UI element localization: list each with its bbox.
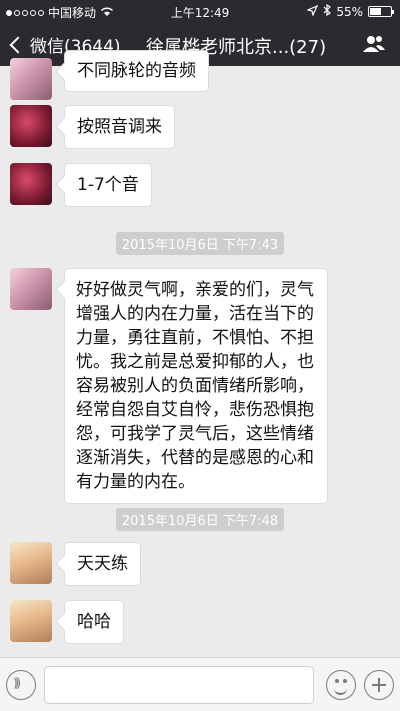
battery-percent: 55% <box>336 4 363 19</box>
battery-icon <box>368 6 394 17</box>
message-bubble: 哈哈 <box>64 600 124 644</box>
location-icon <box>306 4 319 19</box>
message-bubble: 按照音调来 <box>64 105 175 149</box>
message-line: 有力量的内在。 <box>76 472 195 492</box>
message-line: 容易被别人的负面情绪所影响， <box>76 376 314 396</box>
message-line: 力量，勇往直前，不惧怕、不担 <box>76 328 314 348</box>
bluetooth-icon <box>323 3 332 19</box>
message-line: 增强人的内在力量，活在当下的 <box>76 304 314 324</box>
status-bar: 中国移动 上午12:49 55% <box>0 0 400 22</box>
message-bubble: 1-7个音 <box>64 163 152 207</box>
sender-avatar[interactable] <box>10 542 52 584</box>
timestamp: 2015年10月6日 下午7:48 <box>0 508 400 531</box>
message-bubble: 天天练 <box>64 542 141 586</box>
message-bubble: 好好做灵气啊，亲爱的们，灵气 增强人的内在力量，活在当下的 力量，勇往直前，不惧… <box>64 268 328 504</box>
sender-avatar[interactable] <box>10 105 52 147</box>
message-line: 忧。我之前是总爱抑郁的人，也 <box>76 352 314 372</box>
message-line: 怨，可我学了灵气后，这些情绪 <box>76 424 314 444</box>
emoji-icon[interactable] <box>326 670 356 700</box>
plus-icon[interactable] <box>364 670 394 700</box>
sender-avatar[interactable] <box>10 600 52 642</box>
message-line: 逐渐消失，代替的是感恩的心和 <box>76 448 314 468</box>
sender-avatar[interactable] <box>10 268 52 310</box>
message-line: 经常自怨自艾自怜，悲伤恐惧抱 <box>76 400 314 420</box>
input-toolbar <box>0 657 400 711</box>
message-line: 好好做灵气啊，亲爱的们，灵气 <box>76 280 314 300</box>
chevron-left-icon <box>9 36 27 53</box>
sender-avatar[interactable] <box>10 163 52 205</box>
sender-avatar[interactable] <box>10 58 52 100</box>
group-members-icon[interactable] <box>362 34 386 54</box>
timestamp: 2015年10月6日 下午7:43 <box>0 232 400 255</box>
message-bubble: 不同脉轮的音频 <box>64 50 209 92</box>
voice-input-icon[interactable] <box>6 670 36 700</box>
message-input[interactable] <box>44 666 314 704</box>
